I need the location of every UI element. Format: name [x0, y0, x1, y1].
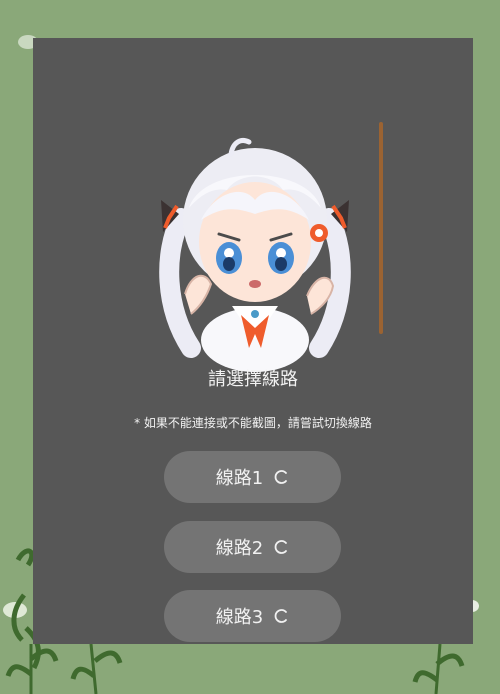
- route-1-label: 線路1: [215, 468, 264, 489]
- route-3-button[interactable]: 線路3: [164, 590, 341, 642]
- route-1-button[interactable]: 線路1: [164, 451, 341, 503]
- route-2-button[interactable]: 線路2: [164, 521, 341, 573]
- modal-title: 請選擇線路: [208, 369, 298, 390]
- modal-note: * 如果不能連接或不能截圖，請嘗試切換線路: [134, 416, 372, 430]
- scrollbar[interactable]: [379, 122, 383, 334]
- route-select-modal: 請選擇線路 * 如果不能連接或不能截圖，請嘗試切換線路 線路1 線路2 線路3: [33, 38, 473, 644]
- route-3-label: 線路3: [215, 607, 264, 628]
- reload-icon: [274, 470, 288, 484]
- reload-icon: [274, 540, 288, 554]
- mascot-illustration: [159, 138, 351, 372]
- reload-icon: [274, 609, 288, 623]
- route-2-label: 線路2: [215, 538, 264, 559]
